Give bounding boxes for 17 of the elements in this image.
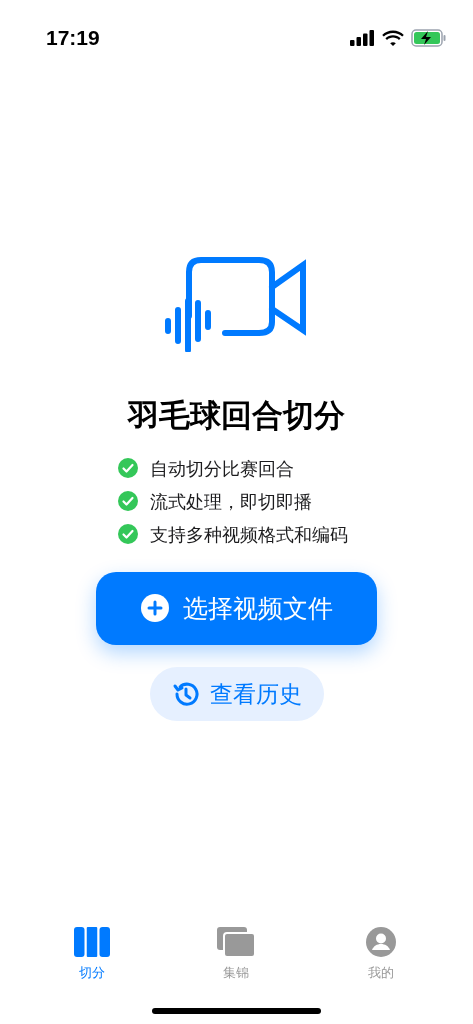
plus-circle-icon xyxy=(140,594,169,623)
select-video-button[interactable]: 选择视频文件 xyxy=(96,571,377,645)
tab-bar-item[interactable]: 切分 xyxy=(52,926,133,982)
wifi-icon xyxy=(382,30,404,46)
app-title: 羽毛球回合切分 xyxy=(128,396,345,435)
feature-text: 支持多种视频格式和编码 xyxy=(150,522,348,546)
feature-text: 自动切分比赛回合 xyxy=(150,456,294,480)
stacked-cards-icon xyxy=(217,926,256,957)
feature-text: 流式处理，即切即播 xyxy=(150,489,312,513)
status-time: 17:19 xyxy=(46,25,100,52)
person-circle-icon xyxy=(365,926,396,957)
battery-icon xyxy=(411,29,447,47)
signal-icon xyxy=(350,30,375,46)
view-history-button[interactable]: 查看历史 xyxy=(149,666,324,721)
columns-icon xyxy=(74,926,111,957)
tab-bar-item[interactable]: 集锦 xyxy=(196,926,277,982)
tab-bar-item[interactable]: 我的 xyxy=(340,926,421,982)
